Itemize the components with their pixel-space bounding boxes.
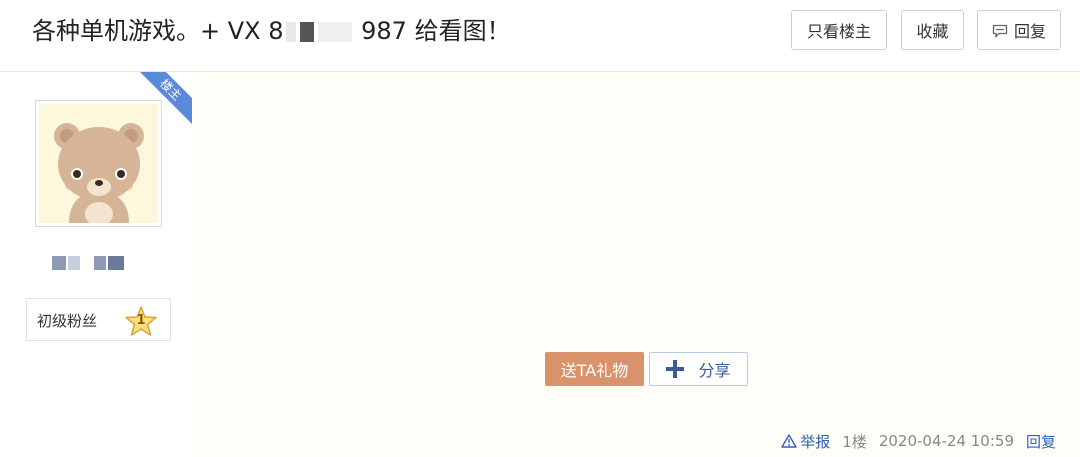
redacted-block	[94, 256, 106, 270]
redacted-block	[108, 256, 124, 270]
thread-page: 各种单机游戏。+ VX 8 987 给看图！ 只看楼主 收藏 回复 楼主 初级粉…	[0, 0, 1080, 457]
report-link[interactable]: 举报	[781, 431, 830, 452]
star-icon: 1	[124, 305, 158, 337]
reply-label: 回复	[1013, 22, 1046, 41]
fan-level-number: 1	[136, 313, 146, 328]
report-label: 举报	[800, 432, 831, 451]
redacted-block	[52, 256, 66, 270]
share-button[interactable]: 分享	[649, 352, 748, 386]
redacted-block	[68, 256, 80, 270]
plus-icon	[666, 360, 685, 378]
thread-title: 各种单机游戏。+ VX 8 987 给看图！	[32, 14, 511, 48]
author-column: 楼主 初级粉丝 1	[0, 72, 192, 457]
share-label: 分享	[698, 361, 731, 380]
floor-number: 1楼	[842, 432, 867, 451]
redacted-block	[285, 22, 296, 42]
thread-header: 各种单机游戏。+ VX 8 987 给看图！ 只看楼主 收藏 回复	[0, 0, 1080, 72]
redacted-block	[317, 22, 352, 42]
reply-button[interactable]: 回复	[977, 10, 1061, 50]
send-gift-button[interactable]: 送TA礼物	[545, 352, 644, 386]
post-meta: 举报 1楼 2020-04-24 10:59 回复	[781, 430, 1056, 452]
redacted-block	[299, 22, 314, 42]
warning-triangle-icon	[781, 434, 797, 448]
post-timestamp: 2020-04-24 10:59	[878, 432, 1014, 450]
favorite-label: 收藏	[916, 22, 949, 41]
fan-level-title: 初级粉丝	[37, 312, 98, 330]
thread-title-prefix: 各种单机游戏。+ VX 8	[32, 17, 284, 45]
comment-icon	[992, 24, 1008, 38]
thread-title-suffix: 987 给看图！	[361, 17, 511, 45]
post-reply-link[interactable]: 回复	[1026, 431, 1056, 452]
username-redacted[interactable]	[52, 256, 132, 272]
only-author-button[interactable]: 只看楼主	[791, 10, 887, 50]
only-author-label: 只看楼主	[806, 22, 871, 41]
send-gift-label: 送TA礼物	[560, 361, 629, 380]
avatar[interactable]	[35, 100, 162, 227]
avatar-image	[39, 104, 158, 223]
favorite-button[interactable]: 收藏	[901, 10, 964, 50]
fan-level-badge[interactable]: 初级粉丝 1	[26, 298, 171, 341]
